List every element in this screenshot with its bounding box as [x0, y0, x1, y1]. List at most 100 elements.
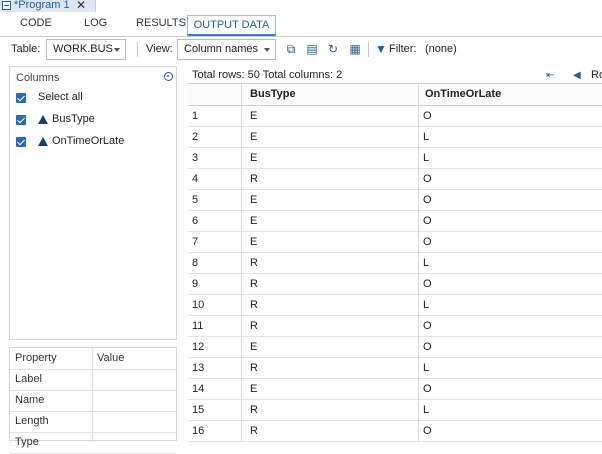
table-row[interactable]: 2 E L — [188, 126, 602, 148]
tab-log[interactable]: LOG — [84, 17, 107, 29]
column-header-ontimeorlate[interactable]: OnTimeOrLate — [425, 88, 501, 100]
select-all-label: Select all — [38, 91, 83, 103]
tab-output-data[interactable]: OUTPUT DATA — [187, 15, 276, 36]
filter-value: (none) — [425, 43, 457, 55]
table-row[interactable]: 13 R L — [188, 357, 602, 379]
cell-ontimeorlate: L — [423, 299, 430, 311]
select-all-row[interactable]: Select all — [16, 91, 166, 107]
table-row[interactable]: 3 E L — [188, 147, 602, 169]
table-row[interactable]: 5 E O — [188, 189, 602, 211]
cell-ontimeorlate: O — [423, 110, 432, 122]
chevron-down-icon — [264, 48, 270, 52]
table-row[interactable]: 7 E O — [188, 231, 602, 253]
cell-ontimeorlate: O — [423, 194, 432, 206]
character-type-icon — [38, 115, 48, 124]
character-type-icon — [38, 137, 48, 146]
column-checkbox[interactable] — [16, 137, 26, 147]
print-icon[interactable]: ▤ — [306, 43, 318, 55]
column-header-bustype[interactable]: BusType — [250, 88, 296, 100]
row-number: 12 — [192, 341, 205, 353]
cell-bustype: R — [250, 278, 258, 290]
program-tab[interactable]: *Program 1 ✕ — [0, 0, 96, 12]
column-item[interactable]: OnTimeOrLate — [16, 135, 166, 151]
data-grid: BusType OnTimeOrLate 1EO2EL3EL4RO5EO6EO7… — [188, 83, 602, 442]
tab-results[interactable]: RESULTS — [136, 17, 186, 29]
view-select[interactable]: Column names — [177, 39, 276, 60]
row-number: 2 — [192, 131, 199, 143]
row-number: 1 — [192, 110, 199, 122]
row-number: 10 — [192, 299, 205, 311]
select-all-checkbox[interactable] — [16, 93, 26, 103]
property-grid: Property Value Label Name Length Type — [9, 347, 177, 454]
columns-heading: Columns — [16, 72, 60, 84]
settings-icon[interactable] — [164, 72, 173, 81]
cell-bustype: E — [250, 341, 258, 353]
row-number: 6 — [192, 215, 199, 227]
cell-ontimeorlate: O — [423, 215, 432, 227]
property-header: Property — [15, 352, 57, 364]
cell-ontimeorlate: O — [423, 173, 432, 185]
property-header-row: Property Value — [10, 348, 176, 370]
cell-ontimeorlate: O — [423, 320, 432, 332]
property-name: Name — [15, 394, 45, 406]
property-name: Type — [15, 436, 39, 448]
row-number: 7 — [192, 236, 199, 248]
cell-ontimeorlate: L — [423, 362, 430, 374]
cell-ontimeorlate: L — [423, 257, 430, 269]
table-row[interactable]: 8 R L — [188, 252, 602, 274]
table-row[interactable]: 14 E O — [188, 378, 602, 400]
table-properties-icon[interactable]: ▦ — [349, 43, 361, 55]
property-row[interactable]: Length — [10, 411, 176, 433]
table-row[interactable]: 9 R O — [188, 273, 602, 295]
grid-header-row: BusType OnTimeOrLate — [188, 84, 602, 106]
cell-bustype: R — [250, 404, 258, 416]
grid-summary: Total rows: 50 Total columns: 2 — [192, 69, 343, 81]
table-row[interactable]: 6 E O — [188, 210, 602, 232]
cell-ontimeorlate: L — [423, 152, 430, 164]
program-title: *Program 1 — [14, 0, 70, 11]
row-number: 5 — [192, 194, 199, 206]
refresh-icon[interactable]: ↻ — [327, 43, 339, 55]
column-checkbox[interactable] — [16, 115, 26, 125]
table-row[interactable]: 16 R O — [188, 420, 602, 442]
cell-bustype: R — [250, 320, 258, 332]
property-name: Length — [15, 415, 49, 427]
value-header: Value — [97, 352, 125, 364]
property-row[interactable]: Label — [10, 369, 176, 391]
row-number: 16 — [192, 425, 205, 437]
table-row[interactable]: 4 R O — [188, 168, 602, 190]
cell-bustype: E — [250, 131, 258, 143]
first-page-icon[interactable]: ⇤ — [546, 70, 554, 81]
previous-page-icon[interactable]: ◀ — [573, 70, 581, 81]
copy-icon[interactable]: ⧉ — [285, 43, 297, 55]
row-number: 3 — [192, 152, 199, 164]
toolbar-divider — [368, 42, 369, 57]
table-row[interactable]: 1 E O — [188, 105, 602, 127]
cell-bustype: R — [250, 425, 258, 437]
table-row[interactable]: 15 R L — [188, 399, 602, 421]
property-name: Label — [15, 373, 42, 385]
close-icon[interactable]: ✕ — [76, 0, 86, 12]
cell-bustype: E — [250, 236, 258, 248]
table-row[interactable]: 12 E O — [188, 336, 602, 358]
cell-ontimeorlate: L — [423, 131, 430, 143]
row-number: 11 — [192, 320, 204, 332]
cell-bustype: R — [250, 299, 258, 311]
cell-ontimeorlate: O — [423, 341, 432, 353]
row-number: 8 — [192, 257, 199, 269]
tab-code[interactable]: CODE — [20, 17, 52, 29]
table-row[interactable]: 11 R O — [188, 315, 602, 337]
table-row[interactable]: 10 R L — [188, 294, 602, 316]
rows-nav-label: Ro — [591, 69, 602, 81]
row-number: 15 — [192, 404, 205, 416]
table-select[interactable]: WORK.BUS — [46, 39, 126, 60]
property-row[interactable]: Type — [10, 432, 176, 454]
column-item[interactable]: BusType — [16, 113, 166, 129]
cell-ontimeorlate: L — [423, 404, 430, 416]
filter-icon[interactable]: ▼ — [375, 43, 387, 55]
property-row[interactable]: Name — [10, 390, 176, 412]
cell-bustype: R — [250, 173, 258, 185]
column-item-label: BusType — [52, 113, 95, 125]
table-label: Table: — [11, 43, 41, 55]
cell-bustype: R — [250, 362, 258, 374]
